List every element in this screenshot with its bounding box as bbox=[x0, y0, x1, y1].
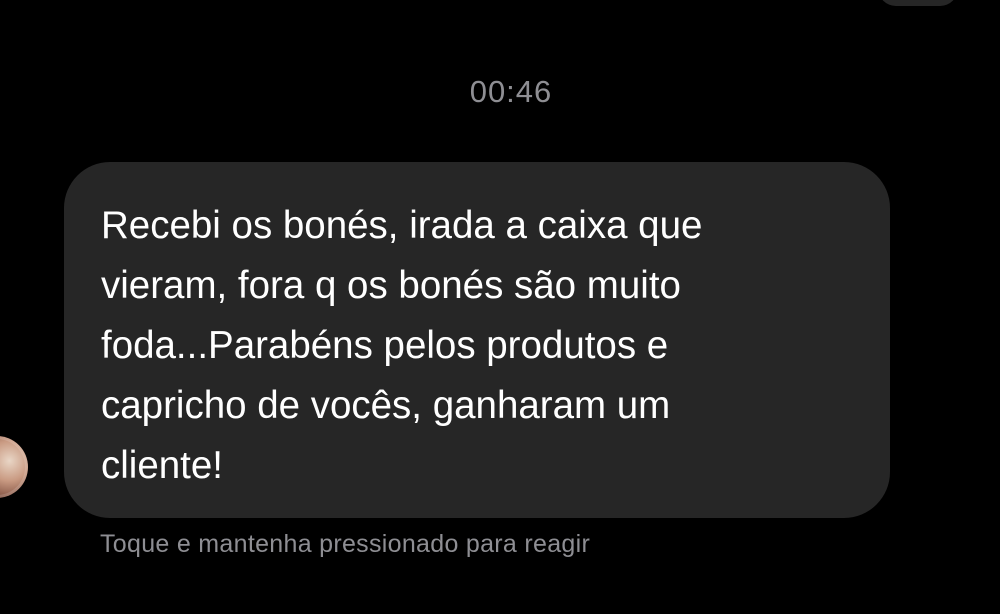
user-avatar-icon[interactable] bbox=[0, 436, 28, 498]
message-timestamp: 00:46 bbox=[469, 74, 553, 109]
previous-message-bubble-partial bbox=[878, 0, 958, 6]
react-hint-text: Toque e mantenha pressionado para reagir bbox=[100, 530, 591, 558]
avatar-ring bbox=[0, 436, 28, 498]
message-text: Recebi os bonés, irada a caixa que viera… bbox=[101, 204, 703, 487]
received-message-bubble[interactable]: Recebi os bonés, irada a caixa que viera… bbox=[64, 162, 890, 518]
